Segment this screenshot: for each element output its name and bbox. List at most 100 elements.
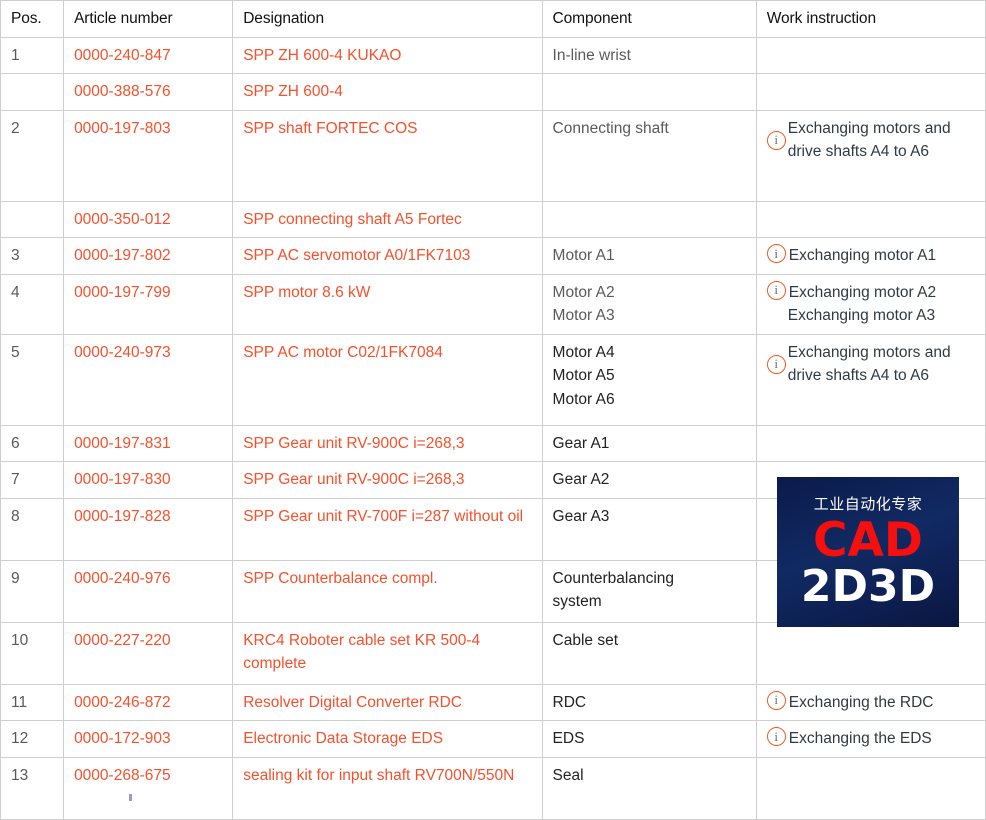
cell-pos: 4 [0,273,65,335]
table-row: 5 0000-240-973 SPP AC motor C02/1FK7084 Mot… [0,333,986,426]
work-instruction-label: Exchanging motor A1 [788,247,937,265]
cell-article-number: 0000-197-830 [63,461,234,499]
cell-article-number: 0000-197-802 [63,237,234,275]
cell-article-number: 0000-172-903 [63,720,234,759]
cell-component: Gear A3 [541,497,757,561]
cell-work-instruction [755,200,986,239]
cell-designation: SPP ZH 600-4 KUKAO [232,36,543,75]
cell-designation: KRC4 Roboter cable set KR 500-4 complete [232,621,543,685]
cell-pos: 13 [0,757,65,820]
cell-pos: 1 [0,36,65,75]
cell-pos [0,73,65,111]
cell-designation: sealing kit for input shaft RV700N/550N [232,757,543,820]
column-header-article-number: Article number [63,0,234,38]
work-instruction-entry[interactable]: Exchanging motors and drive shafts A4 to… [766,341,977,388]
cell-component: Motor A2 Motor A3 [541,273,757,335]
cell-designation: Resolver Digital Converter RDC [232,683,543,722]
cell-work-instruction [755,757,986,820]
cell-article-number: 0000-197-828 [63,497,234,561]
component-line: system [552,593,602,611]
cell-component: Motor A4 Motor A5 Motor A6 [541,333,757,426]
cell-pos: 2 [0,109,65,202]
watermark-tagline: 工业自动化专家 [813,495,923,514]
cell-pos: 10 [0,621,65,685]
cell-designation: SPP AC servomotor A0/1FK7103 [232,237,543,275]
table-row: 12 0000-172-903 Electronic Data Storage ED… [0,720,986,759]
work-instruction-entry[interactable]: Exchanging motor A1 [766,244,977,268]
table-row: 1 0000-240-847 SPP ZH 600-4 KUKAO In-line w… [0,36,986,75]
cell-work-instruction: Exchanging motor A2 Exchanging motor A3 [755,273,986,335]
cell-designation: SPP motor 8.6 kW [232,273,543,335]
cell-article-number: 0000-197-803 [63,109,234,202]
work-instruction-label: Exchanging motor A2 [788,283,937,301]
cell-pos: 5 [0,333,65,426]
cell-component: EDS [541,720,757,759]
info-icon[interactable] [766,727,786,747]
cell-article-number: 0000-240-976 [63,559,234,623]
cell-work-instruction: Exchanging the RDC [755,683,986,722]
info-icon[interactable] [766,354,786,374]
info-icon[interactable] [766,130,786,150]
cell-designation: SPP Gear unit RV-700F i=287 without oil [232,497,543,561]
cell-work-instruction [755,36,986,75]
table-body: 1 0000-240-847 SPP ZH 600-4 KUKAO In-line w… [0,36,986,820]
cell-component [541,73,757,111]
cell-article-number: 0000-268-675 [63,757,234,820]
work-instruction-entry[interactable]: Exchanging the RDC [766,690,977,715]
cell-designation: SPP connecting shaft A5 Fortec [232,200,543,239]
cell-work-instruction: Exchanging motors and drive shafts A4 to… [755,109,986,202]
cell-article-number: 0000-227-220 [63,621,234,685]
component-line: Motor A4 [552,343,615,361]
cell-component: Connecting shaft [541,109,757,202]
table-row: 11 0000-246-872 Resolver Digital Converter… [0,683,986,722]
cell-component: Motor A1 [541,237,757,275]
cell-component: In-line wrist [541,36,757,75]
info-icon[interactable] [766,690,786,710]
cell-article-number: 0000-350-012 [63,200,234,239]
cell-component: Counterbalancing system [541,559,757,623]
column-header-designation: Designation [232,0,543,38]
cell-pos: 8 [0,497,65,561]
work-instruction-label: Exchanging motors and drive shafts A4 to… [787,119,951,161]
cell-work-instruction: Exchanging the EDS [755,720,986,759]
column-header-work-instruction: Work instruction [755,0,986,38]
work-instruction-label: Exchanging the RDC [788,693,934,711]
cell-work-instruction [755,621,986,685]
component-line: Counterbalancing [552,569,675,587]
cell-designation: SPP Counterbalance compl. [232,559,543,623]
work-instruction-label: Exchanging the EDS [788,730,932,748]
work-instruction-entry[interactable]: Exchanging motors and drive shafts A4 to… [766,117,977,164]
cell-pos: 9 [0,559,65,623]
work-instruction-entry[interactable]: Exchanging the EDS [766,727,977,751]
info-icon[interactable] [766,244,786,264]
cell-article-number: 0000-197-831 [63,424,234,463]
column-header-component: Component [541,0,757,38]
watermark-brand-2d3d: 2D3D [800,561,936,613]
cell-pos: 12 [0,720,65,759]
cell-article-number: 0000-197-799 [63,273,234,335]
table-row: 13 0000-268-675 sealing kit for input shaf… [0,757,986,820]
cell-component: Cable set [541,621,757,685]
cell-pos: 3 [0,237,65,275]
cell-component [541,200,757,239]
cell-work-instruction [755,424,986,463]
table-row: 10 0000-227-220 KRC4 Roboter cable set KR … [0,621,986,685]
table-row: 0000-350-012 SPP connecting shaft A5 Fort… [0,200,986,239]
cell-pos: 6 [0,424,65,463]
cell-designation: Electronic Data Storage EDS [232,720,543,759]
cell-designation: SPP ZH 600-4 [232,73,543,111]
spare-parts-table: Pos. Article number Designation Componen… [0,0,986,820]
info-icon[interactable] [766,280,786,300]
work-instruction-entry[interactable]: Exchanging motor A2 [766,280,977,305]
cell-designation: SPP AC motor C02/1FK7084 [232,333,543,426]
cell-work-instruction: Exchanging motor A1 [755,237,986,275]
cell-component: Gear A1 [541,424,757,463]
cell-work-instruction: Exchanging motors and drive shafts A4 to… [755,333,986,426]
cell-designation: SPP Gear unit RV-900C i=268,3 [232,424,543,463]
component-line: Motor A3 [552,307,615,325]
cell-component: Gear A2 [541,461,757,499]
table-row: 4 0000-197-799 SPP motor 8.6 kW Motor A2 Mot… [0,273,986,335]
cell-pos: 7 [0,461,65,499]
cell-work-instruction [755,73,986,111]
cell-pos: 11 [0,683,65,722]
